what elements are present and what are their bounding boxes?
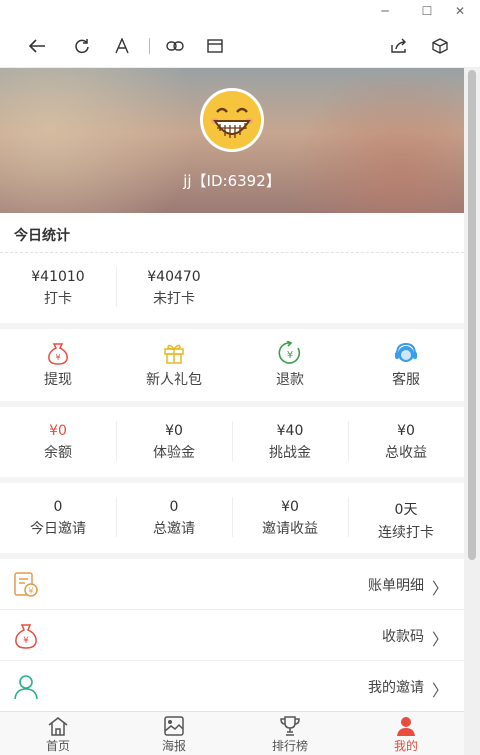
stat-value: ¥41010 <box>31 269 85 285</box>
tab-poster[interactable]: 海报 <box>116 712 232 755</box>
stat-label: 挑战金 <box>269 445 311 461</box>
stat-streak[interactable]: 0天 连续打卡 <box>348 483 464 553</box>
link-icon[interactable] <box>163 34 187 58</box>
stat-value: ¥40 <box>276 423 304 439</box>
chevron-right-icon: 〉 <box>431 630 448 649</box>
gift-pack-button[interactable]: 新人礼包 <box>116 329 232 401</box>
feature-grid: ¥ 提现 新人礼包 ¥ 退款 客服 <box>0 329 464 401</box>
maximize-button[interactable]: ☐ <box>417 4 437 18</box>
scrollbar-thumb[interactable] <box>468 70 476 560</box>
home-icon <box>0 715 116 737</box>
tab-mine[interactable]: 我的 <box>348 712 464 755</box>
tab-leaderboard[interactable]: 排行榜 <box>232 712 348 755</box>
profile-icon <box>348 715 464 737</box>
customer-service-icon <box>348 341 464 365</box>
stat-total-invites[interactable]: 0 总邀请 <box>116 483 232 553</box>
withdraw-button[interactable]: ¥ 提现 <box>0 329 116 401</box>
stat-value: ¥0 <box>49 423 67 439</box>
stat-today-invites[interactable]: 0 今日邀请 <box>0 483 116 553</box>
scrollbar-track-bottom <box>464 711 480 755</box>
stat-label: 打卡 <box>44 291 72 307</box>
menu-item-label: 账单明细 <box>368 578 424 594</box>
stat-not-checked-in: ¥40470 未打卡 <box>116 253 232 323</box>
menu-item-bill-details[interactable]: ¥ 账单明细 〉 <box>0 559 464 610</box>
feature-label: 退款 <box>276 372 304 388</box>
svg-text:¥: ¥ <box>23 636 29 646</box>
chevron-right-icon: 〉 <box>431 681 448 700</box>
tab-label: 海报 <box>161 739 186 753</box>
trophy-icon <box>232 715 348 737</box>
cube-icon[interactable] <box>428 34 452 58</box>
stat-label: 连续打卡 <box>378 525 434 541</box>
stat-value: ¥0 <box>397 423 415 439</box>
refresh-icon[interactable] <box>70 34 94 58</box>
stat-value: 0 <box>169 499 179 515</box>
page-content: jj【ID:6392】 今日统计 ¥41010 打卡 ¥40470 未打卡 ¥ … <box>0 68 464 711</box>
browser-toolbar <box>0 24 480 68</box>
customer-service-button[interactable]: 客服 <box>348 329 464 401</box>
stat-label: 今日邀请 <box>30 521 86 537</box>
svg-text:¥: ¥ <box>55 353 60 362</box>
stat-challenge-fund[interactable]: ¥40 挑战金 <box>232 407 348 477</box>
today-stats: ¥41010 打卡 ¥40470 未打卡 <box>0 253 464 323</box>
stat-label: 余额 <box>44 445 72 461</box>
tab-home[interactable]: 首页 <box>0 712 116 755</box>
refund-icon: ¥ <box>232 341 348 365</box>
stat-label: 总收益 <box>385 445 427 461</box>
user-icon <box>12 673 40 701</box>
username: jj【ID:6392】 <box>183 172 281 190</box>
gift-icon <box>116 341 232 365</box>
balance-stats: ¥0 余额 ¥0 体验金 ¥40 挑战金 ¥0 总收益 <box>0 407 464 477</box>
stat-value: ¥40470 <box>147 269 201 285</box>
feature-label: 提现 <box>44 372 72 388</box>
stat-value: ¥0 <box>281 499 299 515</box>
feature-label: 新人礼包 <box>146 372 202 388</box>
menu-item-label: 我的邀请 <box>368 680 424 696</box>
stat-label: 邀请收益 <box>262 521 318 537</box>
stat-balance[interactable]: ¥0 余额 <box>0 407 116 477</box>
window-icon[interactable] <box>203 34 227 58</box>
stat-value: ¥0 <box>165 423 183 439</box>
share-icon[interactable] <box>387 34 411 58</box>
avatar[interactable] <box>200 88 264 152</box>
menu-item-label: 收款码 <box>382 629 424 645</box>
bill-icon: ¥ <box>12 571 40 599</box>
stat-checked-in: ¥41010 打卡 <box>0 253 116 323</box>
stat-trial-fund[interactable]: ¥0 体验金 <box>116 407 232 477</box>
chevron-right-icon: 〉 <box>431 579 448 598</box>
stat-label: 总邀请 <box>153 521 195 537</box>
poster-icon <box>116 715 232 737</box>
scrollbar[interactable] <box>464 68 480 711</box>
svg-text:¥: ¥ <box>28 587 33 596</box>
profile-header: jj【ID:6392】 <box>0 68 464 213</box>
stat-label: 体验金 <box>153 445 195 461</box>
back-icon[interactable] <box>25 34 49 58</box>
stat-value: 0 <box>53 499 63 515</box>
font-size-icon[interactable] <box>110 34 134 58</box>
today-stats-title: 今日统计 <box>0 213 464 253</box>
close-button[interactable]: ✕ <box>450 4 470 18</box>
stat-label: 未打卡 <box>153 291 195 307</box>
toolbar-separator <box>149 38 150 54</box>
tab-label: 首页 <box>45 739 70 753</box>
menu-item-my-invites[interactable]: 我的邀请 〉 <box>0 661 464 711</box>
feature-label: 客服 <box>392 372 420 388</box>
tab-label: 排行榜 <box>271 739 308 753</box>
money-bag-icon: ¥ <box>12 622 40 650</box>
stat-value: 0天 <box>394 502 418 518</box>
money-bag-icon: ¥ <box>0 341 116 365</box>
svg-text:¥: ¥ <box>287 350 293 361</box>
stat-invite-earnings[interactable]: ¥0 邀请收益 <box>232 483 348 553</box>
bottom-tab-bar: 首页 海报 排行榜 我的 <box>0 711 464 755</box>
minimize-button[interactable]: ─ <box>375 4 395 18</box>
menu-item-payment-code[interactable]: ¥ 收款码 〉 <box>0 610 464 661</box>
refund-button[interactable]: ¥ 退款 <box>232 329 348 401</box>
stat-total-earnings[interactable]: ¥0 总收益 <box>348 407 464 477</box>
tab-label: 我的 <box>393 739 418 753</box>
invite-stats: 0 今日邀请 0 总邀请 ¥0 邀请收益 0天 连续打卡 <box>0 483 464 553</box>
window-titlebar: ─ ☐ ✕ <box>0 0 480 24</box>
